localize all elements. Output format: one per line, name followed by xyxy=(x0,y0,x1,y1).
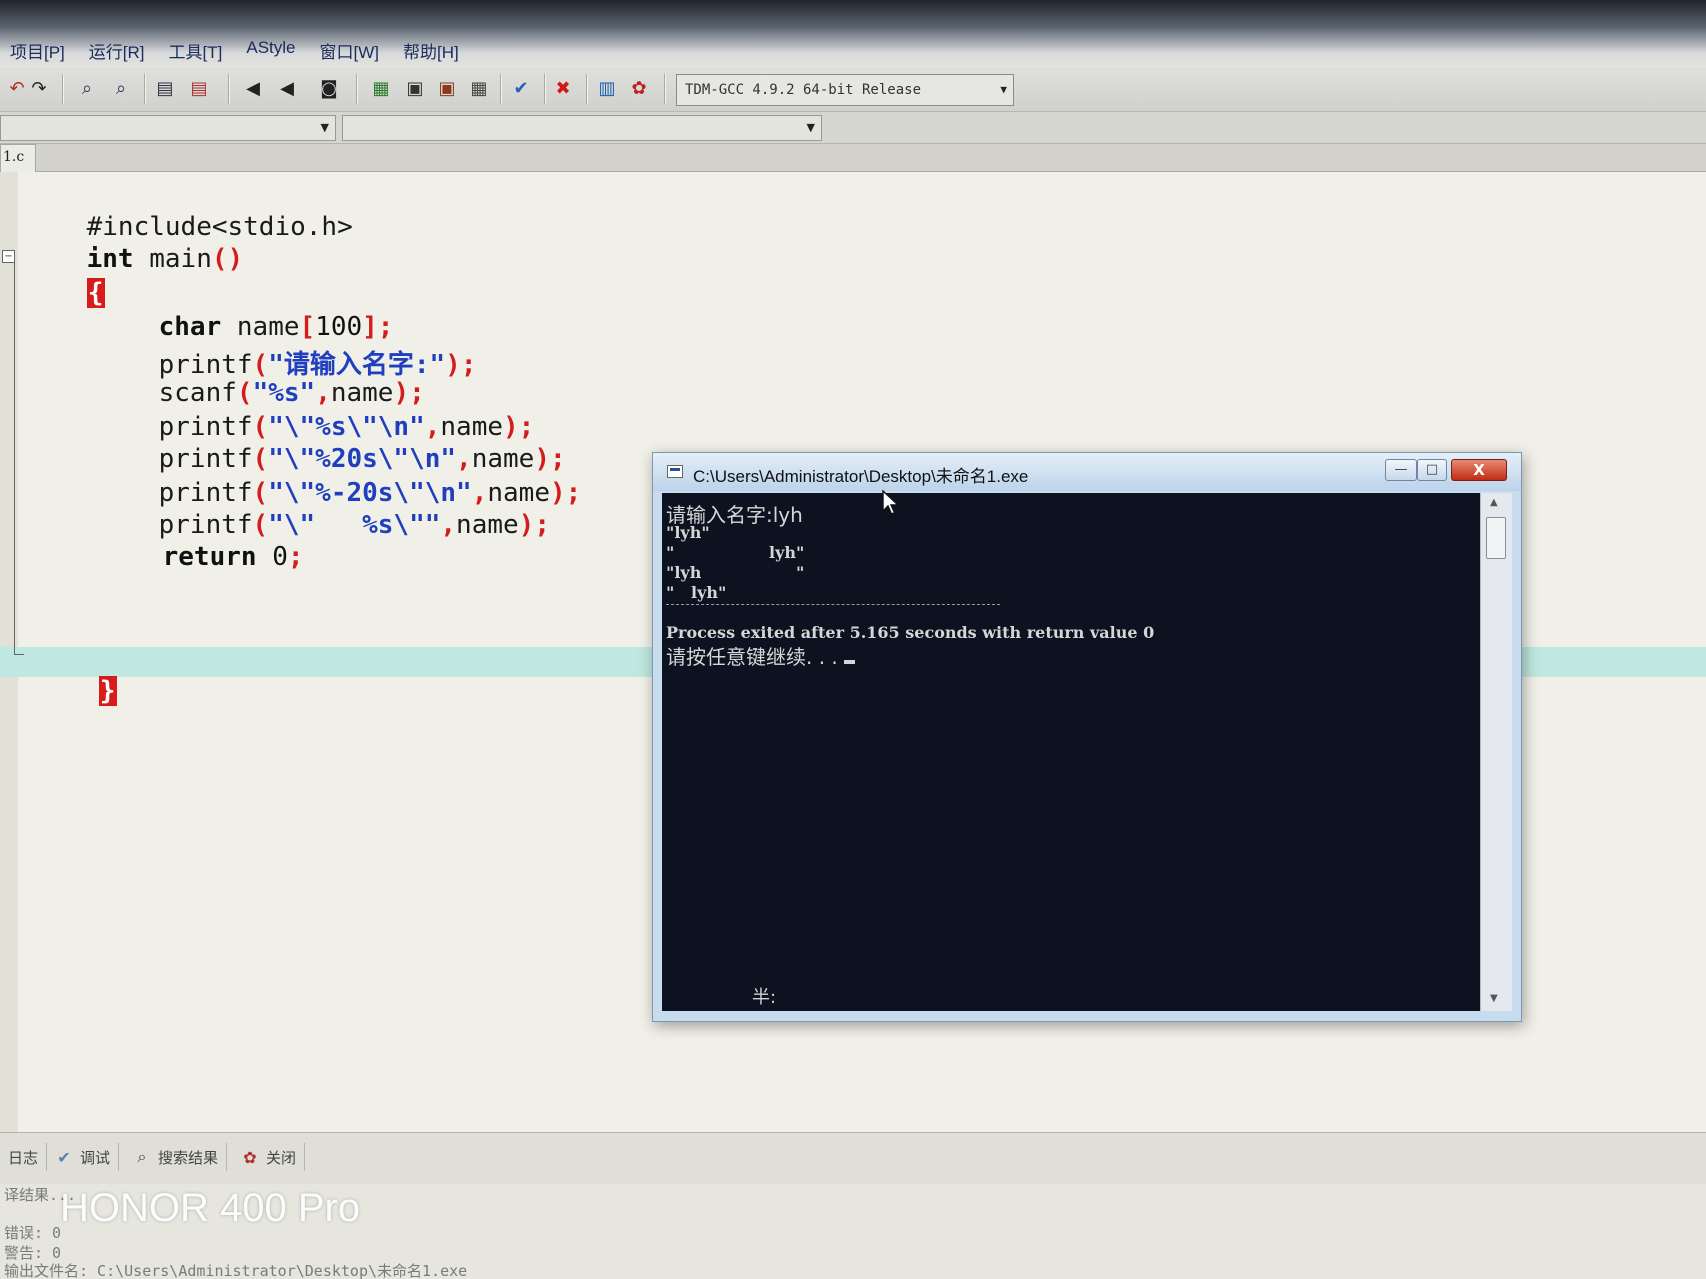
console-title: C:\Users\Administrator\Desktop\未命名1.exe xyxy=(693,467,1029,486)
console-titlebar[interactable]: C:\Users\Administrator\Desktop\未命名1.exe … xyxy=(653,453,1521,491)
console-separator xyxy=(666,604,1000,605)
toolbar-separator xyxy=(664,74,666,104)
close-button[interactable]: X xyxy=(1451,459,1507,481)
code-line-brace-open: { xyxy=(24,248,105,338)
search-icon: ⌕ xyxy=(137,1147,147,1166)
code-identifier: main xyxy=(133,244,212,274)
tab-close-label: 关闭 xyxy=(266,1148,297,1167)
tab-log-label: 日志 xyxy=(8,1148,39,1167)
tab-debug[interactable]: ✔ 调试 xyxy=(46,1143,120,1171)
console-line: "lyh " xyxy=(666,563,805,582)
console-line: "lyh" xyxy=(666,523,710,542)
check-icon[interactable]: ✔ xyxy=(508,76,534,102)
console-scrollbar[interactable]: ▲ ▼ xyxy=(1480,493,1512,1011)
stop-icon[interactable]: ✖ xyxy=(550,76,576,102)
find-icon[interactable]: ⌕ xyxy=(74,76,100,102)
log-line: 错误: 0 xyxy=(4,1224,62,1242)
maximize-button[interactable]: □ xyxy=(1417,459,1447,481)
redo-icon[interactable]: ↷ xyxy=(26,76,52,102)
menu-project[interactable]: 项目[P] xyxy=(10,38,65,63)
scroll-up-icon[interactable]: ▲ xyxy=(1490,497,1498,508)
log-line: 输出文件名: C:\Users\Administrator\Desktop\未命… xyxy=(4,1262,468,1279)
minimize-button[interactable]: — xyxy=(1385,459,1417,481)
toolbar-separator xyxy=(544,74,546,104)
code-symbol: ; xyxy=(287,542,304,572)
menu-window[interactable]: 窗口[W] xyxy=(320,38,380,63)
menu-bar: 项目[P] 运行[R] 工具[T] AStyle 窗口[W] 帮助[H] xyxy=(0,0,1706,68)
indent-icon[interactable]: ▤ xyxy=(152,76,178,102)
member-select[interactable]: ▼ xyxy=(342,115,822,141)
tab-debug-label: 调试 xyxy=(80,1148,111,1167)
code-identifier: name xyxy=(456,510,519,540)
compiler-select-value: TDM-GCC 4.9.2 64-bit Release xyxy=(685,82,922,98)
tab-search-results[interactable]: ⌕ 搜索结果 xyxy=(124,1143,228,1171)
scroll-thumb[interactable] xyxy=(1486,517,1506,559)
console-window[interactable]: C:\Users\Administrator\Desktop\未命名1.exe … xyxy=(652,452,1522,1022)
toolbar-separator xyxy=(62,74,64,104)
code-symbol: ); xyxy=(445,350,477,380)
forward-icon[interactable]: ◀ xyxy=(274,76,300,102)
console-line: " lyh" xyxy=(666,583,727,602)
tab-close[interactable]: ✿ 关闭 xyxy=(232,1143,306,1171)
menu-help[interactable]: 帮助[H] xyxy=(403,38,459,63)
compile-icon[interactable]: ▦ xyxy=(368,76,394,102)
toolbar-separator xyxy=(500,74,502,104)
chevron-down-icon: ▼ xyxy=(1000,83,1007,96)
tab-search-results-label: 搜索结果 xyxy=(158,1148,219,1167)
tab-log[interactable]: 日志 xyxy=(0,1143,48,1171)
compiler-select[interactable]: TDM-GCC 4.9.2 64-bit Release ▼ xyxy=(676,74,1014,106)
code-keyword: return xyxy=(162,542,257,572)
brace-match-close: } xyxy=(98,676,117,706)
check-icon: ✔ xyxy=(57,1147,71,1167)
code-symbol: () xyxy=(211,244,244,274)
scroll-down-icon[interactable]: ▼ xyxy=(1490,993,1498,1004)
code-line-brace-close: } xyxy=(36,646,117,736)
ime-status: 半: xyxy=(752,987,777,1008)
console-app-icon xyxy=(667,465,683,478)
console-output[interactable]: 请输入名字:lyh "lyh" " lyh" "lyh " " lyh" Pro… xyxy=(662,493,1480,1011)
toolbar-separator xyxy=(356,74,358,104)
code-symbol: , xyxy=(440,510,457,540)
code-line-return: return 0; xyxy=(100,512,304,602)
unindent-icon[interactable]: ▤ xyxy=(186,76,212,102)
rebuild-icon[interactable]: ▦ xyxy=(466,76,492,102)
code-number: 0 xyxy=(256,542,288,572)
run-icon[interactable]: ▣ xyxy=(402,76,428,102)
bookmark-icon[interactable]: ◙ xyxy=(316,76,342,102)
editor-tab-row: 1.c xyxy=(0,144,1706,172)
console-line: Process exited after 5.165 seconds with … xyxy=(666,623,1155,642)
menu-run[interactable]: 运行[R] xyxy=(89,38,145,63)
bottom-panel-tabs: 日志 ✔ 调试 ⌕ 搜索结果 ✿ 关闭 xyxy=(0,1132,1706,1184)
close-icon: ✿ xyxy=(243,1147,257,1167)
chevron-down-icon: ▼ xyxy=(320,121,329,134)
mouse-pointer-icon xyxy=(882,490,900,515)
toolbar-separator xyxy=(228,74,230,104)
tab-file[interactable]: 1.c xyxy=(0,144,36,172)
console-prompt-line: 请按任意键继续. . . xyxy=(666,641,856,670)
code-symbol: ); xyxy=(549,478,582,508)
menu-astyle[interactable]: AStyle xyxy=(246,38,295,63)
debug-icon[interactable]: ✿ xyxy=(626,76,652,102)
console-line: " lyh" xyxy=(666,543,805,562)
chevron-down-icon: ▼ xyxy=(806,121,815,134)
camera-watermark: HONOR 400 Pro xyxy=(60,1186,361,1230)
fold-guide-end xyxy=(14,654,24,655)
chart-icon[interactable]: ▥ xyxy=(594,76,620,102)
toolbar-separator xyxy=(144,74,146,104)
toolbar-separator xyxy=(586,74,588,104)
menu-tools[interactable]: 工具[T] xyxy=(169,38,223,63)
text-cursor xyxy=(844,660,856,664)
replace-icon[interactable]: ⌕ xyxy=(108,76,134,102)
selector-row: ▼ ▼ xyxy=(0,112,1706,144)
toolbar: ↶ ↷ ⌕ ⌕ ▤ ▤ ◀ ◀ ◙ ▦ ▣ ▣ ▦ ✔ ✖ ▥ ✿ TDM-GC… xyxy=(0,68,1706,112)
class-select[interactable]: ▼ xyxy=(0,115,336,141)
fold-guide xyxy=(14,258,15,654)
code-symbol: ); xyxy=(518,510,550,540)
menu-row: 项目[P] 运行[R] 工具[T] AStyle 窗口[W] 帮助[H] xyxy=(10,38,459,63)
compile-run-icon[interactable]: ▣ xyxy=(434,76,460,102)
console-prompt: 请按任意键继续. . . xyxy=(666,645,845,669)
back-icon[interactable]: ◀ xyxy=(240,76,266,102)
